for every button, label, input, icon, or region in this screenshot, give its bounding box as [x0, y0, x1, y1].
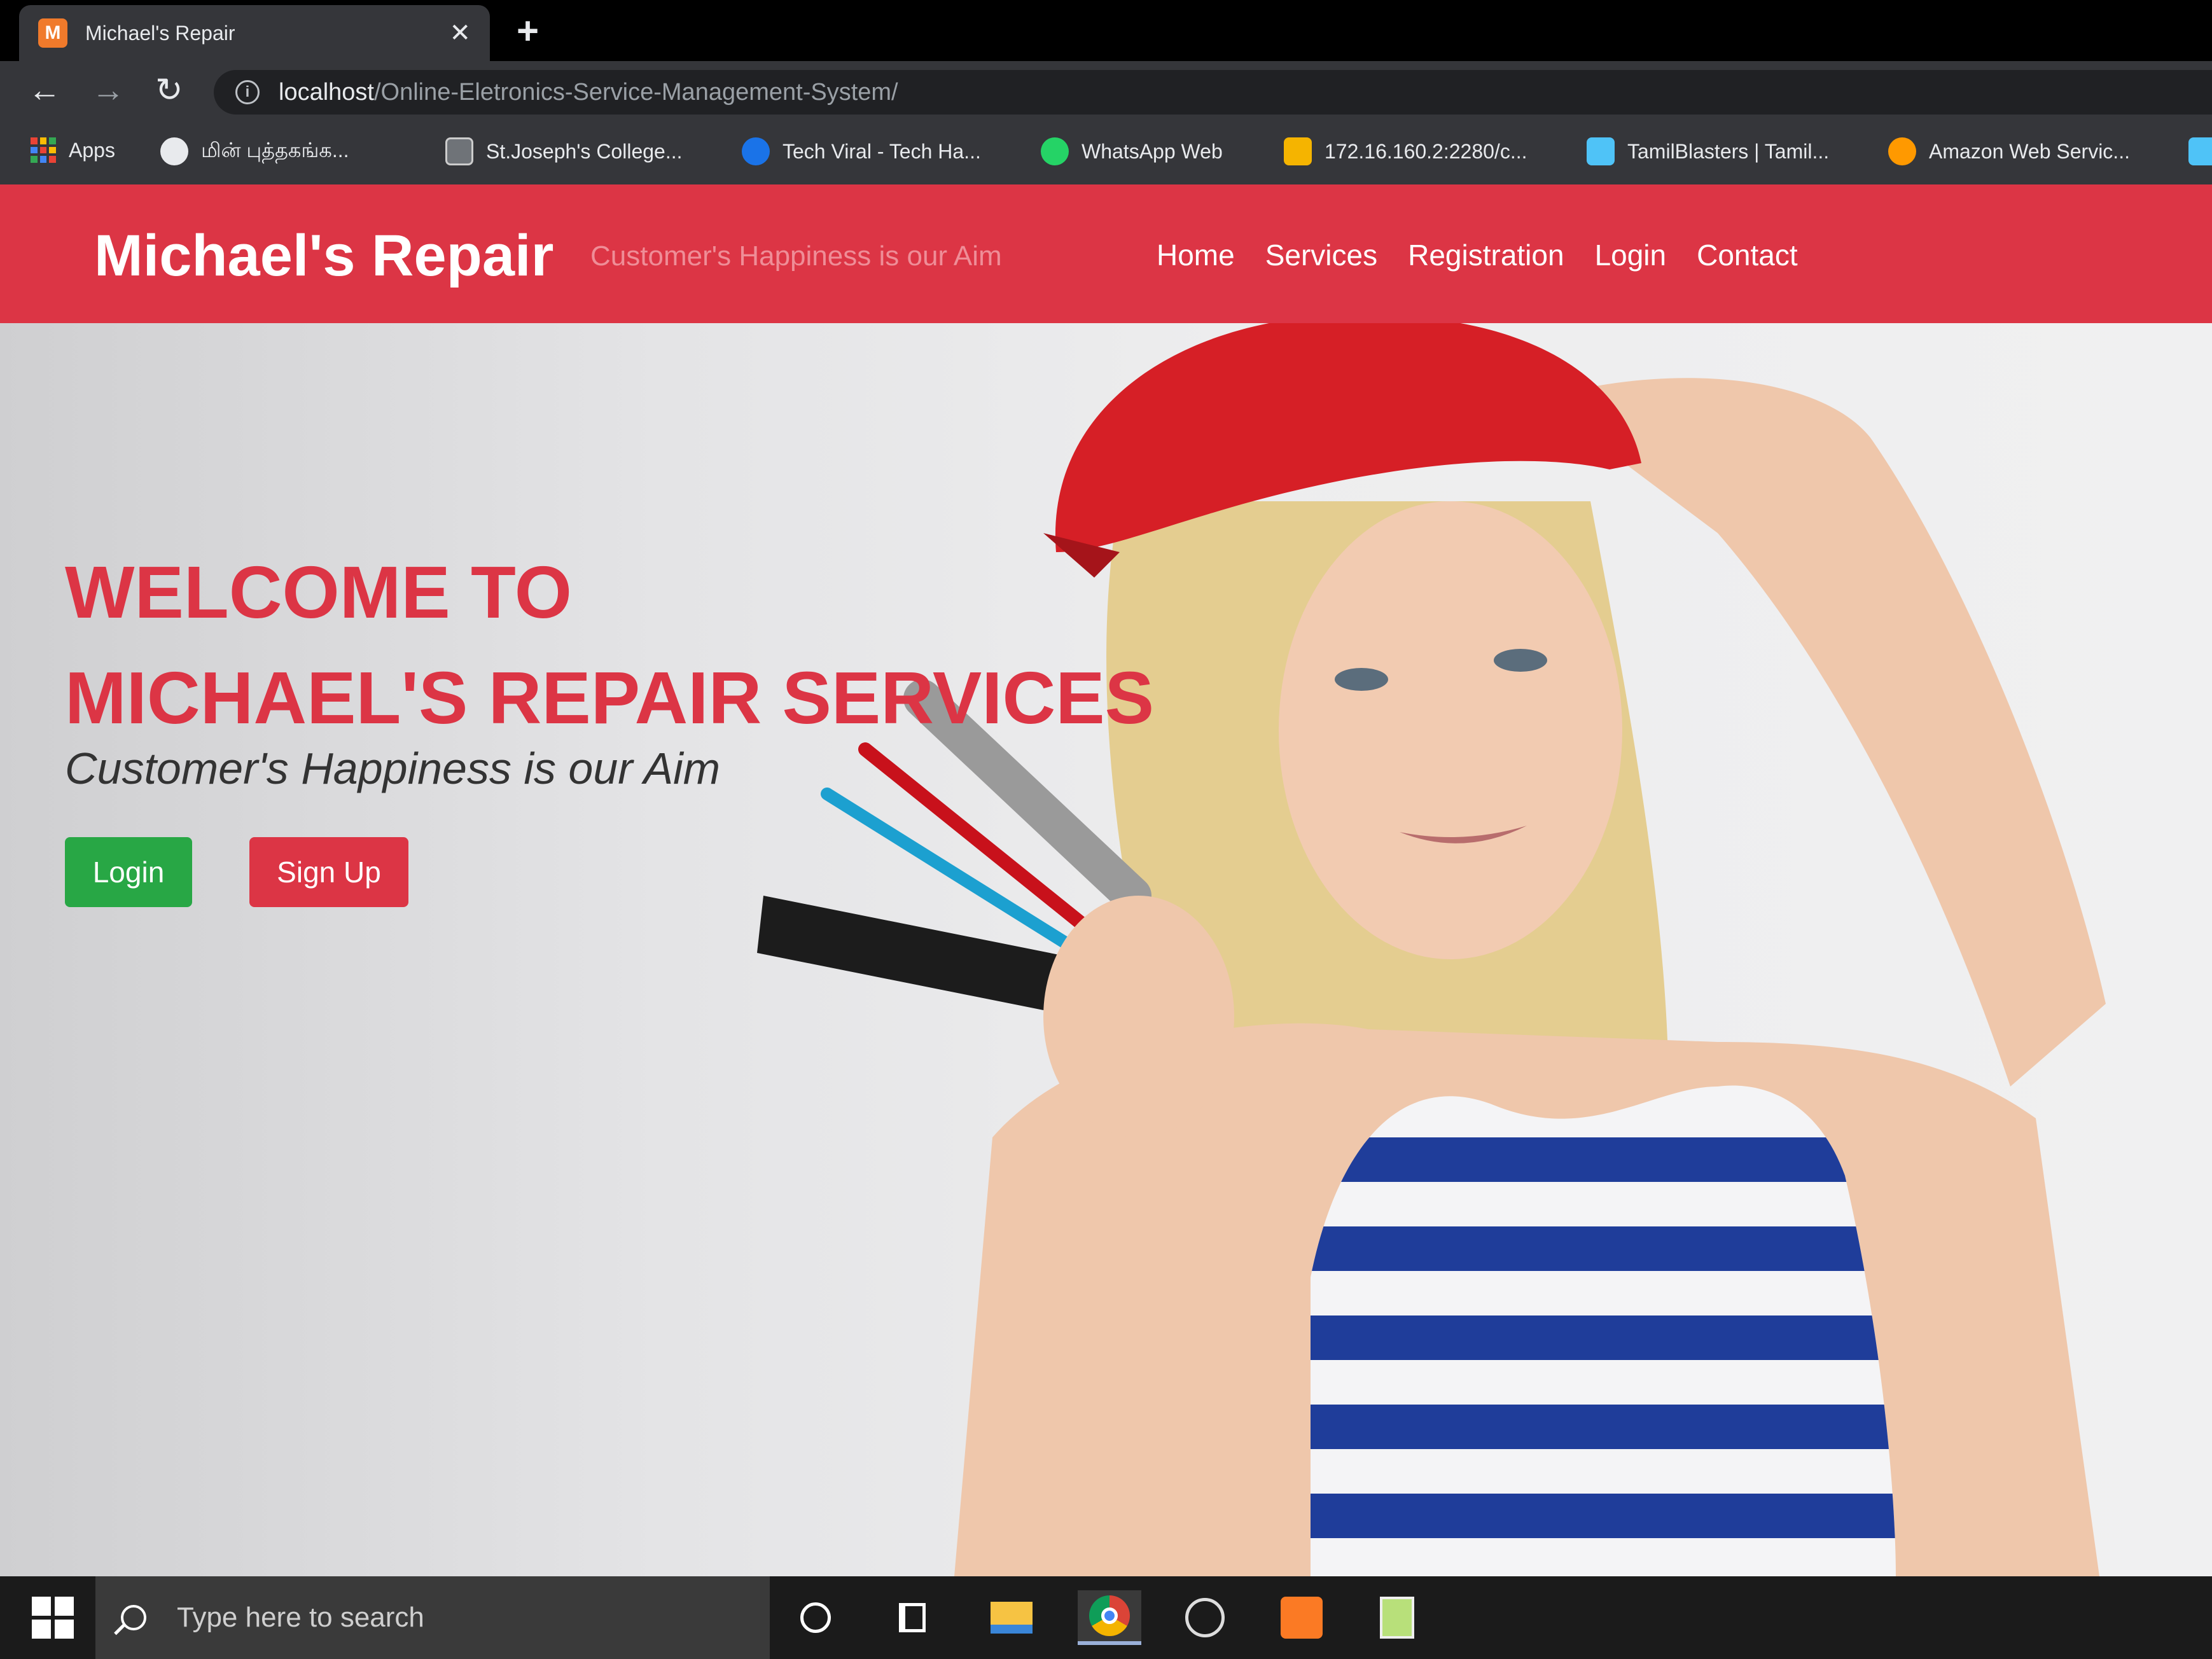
globe-icon — [160, 137, 188, 165]
site-menu: Home Services Registration Login Contact — [1157, 238, 1798, 272]
aws-icon — [1888, 137, 1916, 165]
url-path: /Online-Eletronics-Service-Management-Sy… — [373, 78, 898, 106]
url-host: localhost — [279, 78, 374, 106]
bookmark-label: 172.16.160.2:2280/c... — [1325, 139, 1527, 163]
nav-registration[interactable]: Registration — [1408, 238, 1564, 272]
new-tab-icon[interactable]: + — [517, 9, 539, 53]
bookmark-techviral[interactable]: Tech Viral - Tech Ha... — [742, 137, 981, 165]
hero-title-line-2: MICHAEL'S REPAIR SERVICES — [65, 656, 1155, 739]
browser-toolbar: ← → ↻ i localhost /Online-Eletronics-Ser… — [0, 61, 2212, 122]
site-info-icon[interactable]: i — [235, 80, 260, 104]
college-icon — [445, 137, 473, 165]
nav-login[interactable]: Login — [1595, 238, 1667, 272]
xampp-icon[interactable] — [1270, 1590, 1333, 1645]
tab-title: Michael's Repair — [85, 21, 235, 45]
site-navbar: Michael's Repair Customer's Happiness is… — [0, 184, 2212, 323]
hero-title: WELCOME TO MICHAEL'S REPAIR SERVICES — [65, 539, 1154, 751]
bookmark-label: Apps — [69, 138, 115, 162]
nav-services[interactable]: Services — [1265, 238, 1377, 272]
bookmark-local-ip[interactable]: 172.16.160.2:2280/c... — [1284, 137, 1527, 165]
bookmark-tamilblasters[interactable]: TamilBlasters | Tamil... — [1587, 137, 1829, 165]
search-placeholder: Type here to search — [177, 1602, 424, 1633]
taskbar-search-box[interactable]: Type here to search — [95, 1576, 770, 1659]
site-tagline: Customer's Happiness is our Aim — [590, 240, 1002, 272]
techviral-icon — [742, 137, 770, 165]
bookmark-overflow[interactable] — [2188, 137, 2212, 165]
tamilblasters-icon — [1587, 137, 1615, 165]
forward-arrow-icon[interactable]: → — [92, 73, 125, 108]
hero-photo — [757, 323, 2106, 1576]
bookmark-stjosephs[interactable]: St.Joseph's College... — [445, 137, 683, 165]
bookmark-aws[interactable]: Amazon Web Servic... — [1888, 137, 2130, 165]
file-explorer-icon[interactable] — [980, 1590, 1043, 1645]
screen: M Michael's Repair ✕ + ← → ↻ i localhost… — [0, 0, 2212, 1659]
clock-app-icon[interactable] — [1173, 1590, 1237, 1645]
browser-tab-strip: M Michael's Repair ✕ + — [0, 0, 2212, 61]
hero-signup-button[interactable]: Sign Up — [249, 837, 408, 907]
hero-title-line-1: WELCOME TO — [65, 551, 572, 634]
hero-subtitle: Customer's Happiness is our Aim — [65, 744, 721, 793]
bookmark-label: Amazon Web Servic... — [1929, 139, 2130, 163]
whatsapp-icon — [1041, 137, 1069, 165]
gift-icon — [1284, 137, 1312, 165]
nav-home[interactable]: Home — [1157, 238, 1235, 272]
close-tab-icon[interactable]: ✕ — [449, 18, 471, 48]
windows-taskbar: Type here to search — [0, 1576, 2212, 1659]
bookmark-label: Tech Viral - Tech Ha... — [783, 139, 981, 163]
apps-icon — [31, 137, 56, 163]
search-icon — [121, 1605, 146, 1630]
reload-icon[interactable]: ↻ — [155, 73, 183, 108]
bookmark-tamil-ebooks[interactable]: மின் புத்தகங்க... — [160, 137, 349, 165]
bookmark-icon — [2188, 137, 2212, 165]
bookmark-label: St.Joseph's College... — [486, 139, 683, 163]
bookmarks-bar: Apps மின் புத்தகங்க... St.Joseph's Colle… — [0, 122, 2212, 184]
bookmark-label: மின் புத்தகங்க... — [201, 138, 349, 162]
site-brand[interactable]: Michael's Repair — [94, 223, 553, 289]
browser-tab[interactable]: M Michael's Repair ✕ — [19, 5, 490, 61]
notepad-icon[interactable] — [1365, 1590, 1429, 1645]
site-favicon-icon: M — [38, 18, 67, 48]
nav-contact[interactable]: Contact — [1697, 238, 1798, 272]
windows-start-icon[interactable] — [32, 1597, 74, 1639]
bookmark-apps[interactable]: Apps — [31, 137, 115, 163]
hero-section: WELCOME TO MICHAEL'S REPAIR SERVICES Cus… — [0, 323, 2212, 1576]
bookmark-whatsapp[interactable]: WhatsApp Web — [1041, 137, 1223, 165]
task-view-icon[interactable] — [880, 1590, 944, 1645]
address-bar[interactable]: i localhost /Online-Eletronics-Service-M… — [214, 70, 2212, 115]
bookmark-label: TamilBlasters | Tamil... — [1627, 139, 1830, 163]
chrome-icon[interactable] — [1078, 1590, 1141, 1645]
bookmark-label: WhatsApp Web — [1082, 139, 1223, 163]
cortana-icon[interactable] — [784, 1590, 847, 1645]
hero-login-button[interactable]: Login — [65, 837, 192, 907]
back-arrow-icon[interactable]: ← — [28, 73, 61, 108]
